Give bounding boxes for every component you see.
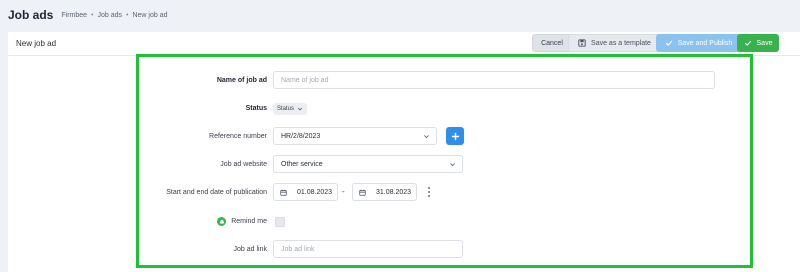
reference-number-select[interactable]: HR/2/8/2023	[273, 127, 437, 145]
cancel-button[interactable]: Cancel	[532, 34, 572, 52]
publication-dates-label: Start and end date of publication	[166, 189, 267, 196]
job-ad-form: Name of job ad Name of job ad Status Sta…	[136, 54, 753, 268]
card-title: New job ad	[16, 39, 57, 48]
save-as-template-label: Save as a template	[591, 39, 651, 47]
reference-number-value: HR/2/8/2023	[281, 132, 321, 140]
date-range-separator: -	[342, 187, 345, 196]
calendar-icon	[359, 189, 366, 196]
job-ad-name-input[interactable]: Name of job ad	[273, 71, 715, 89]
chevron-down-icon	[450, 163, 455, 167]
remind-me-label: Remind me	[231, 218, 267, 225]
chevron-down-icon	[297, 107, 303, 111]
start-date-input[interactable]: 01.08.2023	[273, 183, 338, 201]
website-label: Job ad website	[220, 161, 267, 168]
remind-me-checkbox[interactable]	[275, 217, 285, 227]
save-and-publish-button[interactable]: Save and Publish	[656, 34, 741, 52]
calendar-icon	[280, 189, 287, 196]
save-and-publish-label: Save and Publish	[677, 39, 733, 47]
add-reference-button[interactable]	[446, 127, 464, 145]
status-label: Status	[245, 105, 267, 112]
end-date-input[interactable]: 31.08.2023	[352, 183, 417, 201]
status-value: Status	[277, 106, 295, 112]
template-icon	[578, 39, 586, 47]
page-header: Job ads Firmbee • Job ads • New job ad	[0, 0, 800, 30]
breadcrumb-separator: •	[91, 11, 94, 19]
save-as-template-button[interactable]: Save as a template	[568, 34, 661, 52]
save-button-label: Save	[756, 39, 773, 47]
page-title: Job ads	[8, 8, 54, 22]
check-icon	[665, 40, 672, 46]
breadcrumb-item-job-ads[interactable]: Job ads	[98, 12, 123, 19]
job-ad-website-select[interactable]: Other service	[273, 155, 463, 173]
breadcrumb-item-current: New job ad	[132, 11, 168, 19]
start-date-value: 01.08.2023	[297, 188, 333, 196]
check-icon	[744, 40, 751, 46]
breadcrumb-item-firmbee[interactable]: Firmbee	[61, 12, 87, 19]
save-button[interactable]: Save	[737, 34, 779, 52]
more-options-icon[interactable]	[427, 187, 431, 197]
card-header: New job ad Cancel Save as a template Sav…	[8, 32, 800, 56]
job-ad-website-value: Other service	[281, 160, 323, 168]
status-dropdown[interactable]: Status	[273, 103, 308, 115]
cancel-button-label: Cancel	[541, 39, 563, 47]
plus-icon	[451, 132, 459, 140]
reference-label: Reference number	[209, 133, 267, 140]
breadcrumb: Firmbee • Job ads • New job ad	[61, 12, 167, 19]
name-label: Name of job ad	[216, 77, 267, 84]
breadcrumb-separator: •	[126, 11, 129, 19]
chevron-down-icon	[424, 135, 429, 139]
job-ad-link-label: Job ad link	[233, 246, 267, 253]
job-ad-link-input[interactable]: Job ad link	[273, 240, 463, 258]
end-date-value: 31.08.2023	[376, 188, 412, 196]
